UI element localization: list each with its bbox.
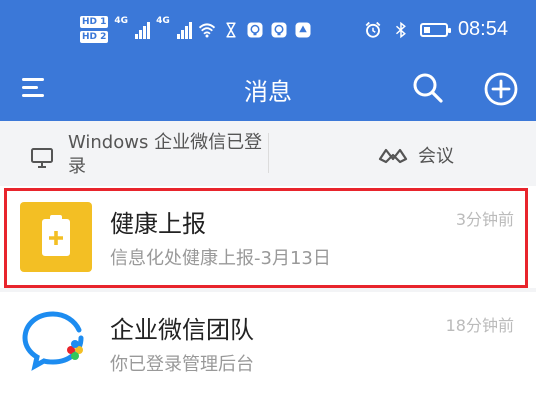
add-icon[interactable] <box>484 72 518 106</box>
pc-login-text: Windows 企业微信已登录 <box>68 132 263 177</box>
app-notification-icon <box>295 22 311 37</box>
hd-badge-2: HD 2 <box>80 31 109 43</box>
hd-badge-1: HD 1 <box>80 16 109 28</box>
wecom-logo-icon <box>22 311 84 371</box>
monitor-icon <box>31 148 53 168</box>
status-right: 08:54 <box>364 18 508 41</box>
signal-icon <box>176 21 192 39</box>
network-label-2: 4G <box>156 16 170 26</box>
avatar <box>20 202 92 272</box>
app-notification-icon <box>247 22 263 37</box>
page-title: 消息 <box>244 78 292 106</box>
wifi-icon <box>198 22 215 37</box>
status-left: HD 1 HD 2 4G 4G <box>80 16 312 43</box>
divider <box>268 133 269 173</box>
nav-bar: 消息 <box>0 60 536 121</box>
alarm-icon <box>365 21 381 38</box>
clipboard-plus-icon <box>42 215 70 256</box>
chat-preview: 你已登录管理后台 <box>110 354 254 375</box>
meeting-label: 会议 <box>418 146 454 167</box>
meeting-icon <box>378 148 408 164</box>
status-bar: HD 1 HD 2 4G 4G 08:54 <box>0 0 536 60</box>
chat-time: 3分钟前 <box>455 210 514 229</box>
chat-time: 18分钟前 <box>445 316 514 335</box>
battery-icon <box>419 22 451 37</box>
meeting-button[interactable]: 会议 <box>378 142 454 168</box>
list-item-health-report[interactable]: 健康上报 信息化处健康上报-3月13日 3分钟前 <box>0 186 536 288</box>
chat-title: 健康上报 <box>110 210 206 238</box>
hd-badges: HD 1 HD 2 <box>80 16 109 43</box>
network-label-1: 4G <box>114 16 129 26</box>
quick-actions-bar: Windows 企业微信已登录 会议 <box>0 121 536 187</box>
bluetooth-icon <box>395 21 406 38</box>
status-time: 08:54 <box>457 18 508 40</box>
chat-title: 企业微信团队 <box>110 316 254 344</box>
pc-login-status[interactable]: Windows 企业微信已登录 <box>30 131 268 179</box>
signal-icon <box>135 21 151 39</box>
search-icon[interactable] <box>412 72 444 104</box>
app-header: HD 1 HD 2 4G 4G 08:54 消息 <box>0 0 536 121</box>
battery-level <box>423 26 430 33</box>
list-item-wecom-team[interactable]: 企业微信团队 你已登录管理后台 18分钟前 <box>0 292 536 400</box>
hourglass-icon <box>226 22 236 37</box>
app-notification-icon <box>271 22 287 37</box>
chat-preview: 信息化处健康上报-3月13日 <box>110 248 331 269</box>
